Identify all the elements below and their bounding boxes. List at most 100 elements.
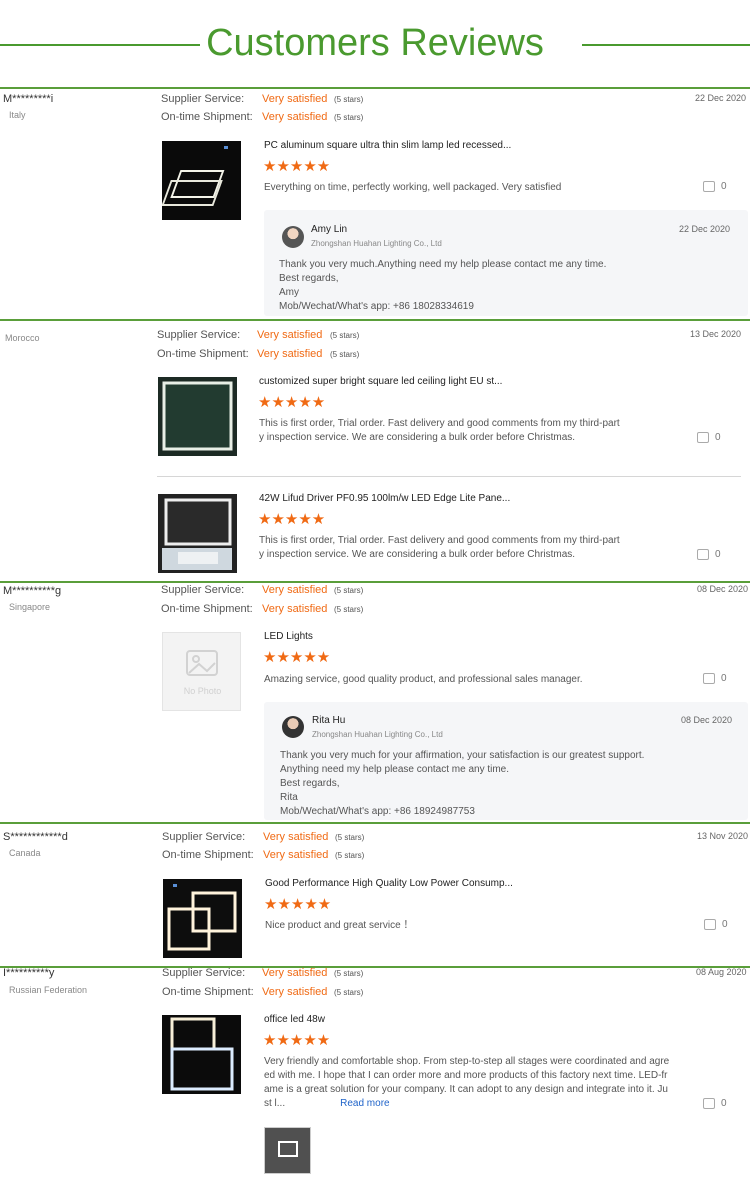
review-text-line: st l... Read more: [264, 1097, 669, 1111]
product-image[interactable]: [163, 879, 242, 958]
shipment-value: Very satisfied: [257, 348, 323, 360]
thumbs-up-icon: [703, 181, 715, 192]
led-panel-image: [167, 884, 237, 951]
like-count: 0: [722, 919, 728, 931]
section-divider: [0, 966, 750, 968]
review-text-line: y inspection service. We are considering…: [259, 432, 576, 443]
supplier-service-value: Very satisfied: [263, 831, 329, 843]
review-text-line: y inspection service. We are considering…: [259, 549, 576, 560]
review-text-line: Very friendly and comfortable shop. From…: [264, 1056, 670, 1067]
thumbs-up-icon: [703, 673, 715, 684]
reply-text: Thank you very much.Anything need my hel…: [279, 258, 606, 314]
customer-name: S************d: [3, 831, 68, 843]
customer-name: M*********i: [3, 93, 54, 105]
customer-name: I**********y: [3, 967, 55, 979]
product-image[interactable]: [162, 1015, 241, 1094]
review-photo-thumbnail[interactable]: [264, 1127, 311, 1174]
shipment-stars: (5 stars): [334, 605, 364, 614]
supplier-service-value: Very satisfied: [262, 93, 328, 105]
product-title[interactable]: LED Lights: [264, 631, 313, 642]
section-divider: [0, 581, 750, 583]
customer-name: M**********g: [3, 585, 62, 597]
section-divider: [0, 87, 750, 89]
reply-text-line: Best regards,: [280, 778, 340, 789]
reply-text: Thank you very much for your affirmation…: [280, 749, 644, 819]
review-text-line: ed with me. I hope that I can order more…: [264, 1070, 668, 1081]
review-date: 13 Nov 2020: [697, 831, 749, 841]
reply-company: Zhongshan Huahan Lighting Co., Ltd: [311, 239, 442, 248]
review-date: 08 Dec 2020: [697, 584, 749, 594]
product-image[interactable]: [162, 141, 241, 220]
like-count: 0: [721, 673, 727, 685]
like-button[interactable]: 0: [697, 549, 721, 560]
reply-author: Rita Hu: [312, 715, 346, 726]
shipment-value: Very satisfied: [262, 111, 328, 123]
shipment-label: On-time Shipment:: [157, 348, 249, 360]
like-count: 0: [721, 1098, 727, 1110]
rating-stars: ★★★★★: [263, 1032, 331, 1049]
supplier-service-stars: (5 stars): [334, 969, 364, 978]
thumbs-up-icon: [697, 549, 709, 560]
customer-country: Russian Federation: [9, 985, 88, 995]
shipment-label: On-time Shipment:: [161, 603, 253, 615]
review-text: Very friendly and comfortable shop. From…: [264, 1055, 669, 1111]
review-text-line: Nice product and great service ！: [265, 920, 414, 931]
thumbs-up-icon: [704, 919, 716, 930]
shipment-label: On-time Shipment:: [161, 111, 253, 123]
avatar: [282, 716, 304, 738]
review-date: 13 Dec 2020: [690, 329, 742, 339]
customer-country: Canada: [9, 848, 41, 858]
shipment-label: On-time Shipment:: [162, 849, 254, 861]
review-text: Everything on time, perfectly working, w…: [264, 181, 561, 195]
rating-stars: ★★★★★: [258, 394, 326, 411]
reply-company: Zhongshan Huahan Lighting Co., Ltd: [312, 730, 443, 739]
seller-reply: Rita Hu Zhongshan Huahan Lighting Co., L…: [264, 702, 748, 820]
section-divider: [0, 319, 750, 321]
reply-text-line: Thank you very much.Anything need my hel…: [279, 259, 607, 270]
rating-stars: ★★★★★: [263, 649, 331, 666]
thumbs-up-icon: [703, 1098, 715, 1109]
customer-country: Morocco: [5, 333, 40, 343]
product-title[interactable]: 42W Lifud Driver PF0.95 100lm/w LED Edge…: [259, 493, 510, 504]
customer-country: Italy: [9, 110, 26, 120]
like-button[interactable]: 0: [703, 1098, 727, 1109]
review-text: Nice product and great service ！: [265, 919, 413, 933]
read-more-link[interactable]: Read more: [340, 1098, 389, 1109]
like-button[interactable]: 0: [704, 919, 728, 930]
product-image[interactable]: [158, 494, 237, 573]
seller-reply: Amy Lin Zhongshan Huahan Lighting Co., L…: [264, 210, 748, 316]
like-button[interactable]: 0: [703, 673, 727, 684]
customer-country: Singapore: [9, 602, 51, 612]
no-photo-placeholder[interactable]: No Photo: [162, 632, 241, 711]
reply-text-line: Thank you very much for your affirmation…: [280, 750, 645, 761]
reply-text-line: Rita: [280, 792, 298, 803]
shipment-value: Very satisfied: [263, 849, 329, 861]
review-text-line: ame is a great solution for your company…: [264, 1084, 668, 1095]
led-panel-image: [162, 146, 228, 206]
header-line-right: [582, 44, 750, 46]
supplier-service-value: Very satisfied: [262, 584, 328, 596]
led-panel-image: [170, 1017, 234, 1091]
supplier-service-stars: (5 stars): [334, 586, 364, 595]
shipment-stars: (5 stars): [334, 113, 364, 122]
reply-date: 08 Dec 2020: [681, 715, 733, 725]
review-text: Amazing service, good quality product, a…: [264, 673, 583, 687]
shipment-stars: (5 stars): [335, 851, 365, 860]
product-title[interactable]: Good Performance High Quality Low Power …: [265, 878, 513, 889]
shipment-label: On-time Shipment:: [162, 986, 254, 998]
rating-stars: ★★★★★: [258, 511, 326, 528]
review-date: 22 Dec 2020: [695, 93, 747, 103]
rating-stars: ★★★★★: [263, 158, 331, 175]
review-text: This is first order, Trial order. Fast d…: [259, 417, 620, 445]
reply-text-line: Mob/Wechat/What's app: +86 18028334619: [279, 301, 474, 312]
supplier-service-value: Very satisfied: [262, 967, 328, 979]
like-button[interactable]: 0: [703, 181, 727, 192]
product-title[interactable]: PC aluminum square ultra thin slim lamp …: [264, 140, 511, 151]
product-image[interactable]: [158, 377, 237, 456]
review-text: This is first order, Trial order. Fast d…: [259, 534, 620, 562]
product-title[interactable]: customized super bright square led ceili…: [259, 376, 502, 387]
item-divider: [157, 476, 741, 477]
like-button[interactable]: 0: [697, 432, 721, 443]
product-title[interactable]: office led 48w: [264, 1014, 325, 1025]
supplier-service-label: Supplier Service:: [157, 329, 241, 341]
